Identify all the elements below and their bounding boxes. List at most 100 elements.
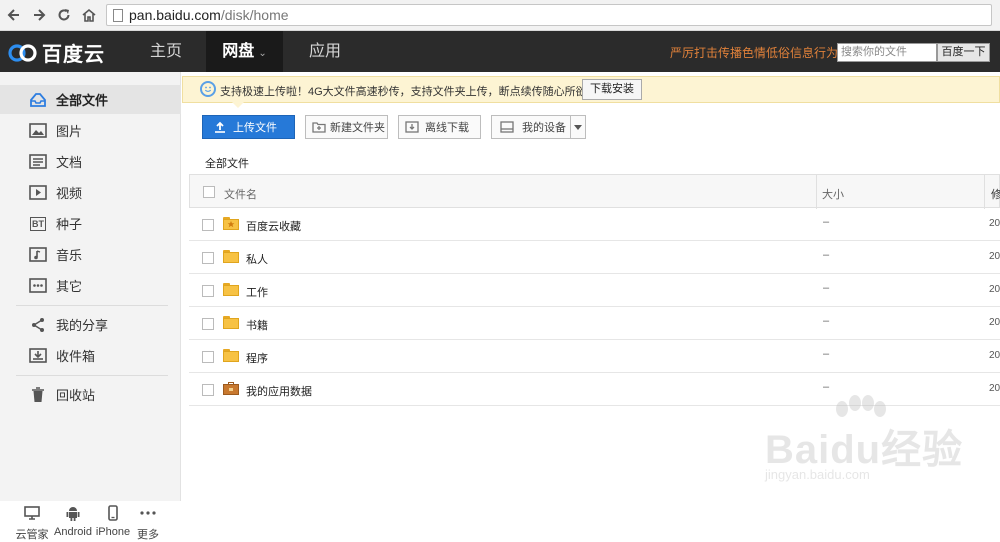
watermark-url: jingyan.baidu.com bbox=[765, 467, 870, 482]
url-text: pan.baidu.com/disk/home bbox=[129, 7, 289, 23]
sidebar-item-torrents[interactable]: BT 种子 bbox=[0, 209, 181, 238]
table-row[interactable]: 工作 – 20 bbox=[189, 274, 1000, 307]
forward-icon[interactable] bbox=[29, 5, 49, 25]
file-date: 20 bbox=[989, 251, 1000, 262]
my-devices-button[interactable]: 我的设备 bbox=[491, 115, 571, 139]
table-row[interactable]: 私人 – 20 bbox=[189, 241, 1000, 274]
breadcrumb[interactable]: 全部文件 bbox=[205, 155, 249, 171]
table-row[interactable]: 程序 – 20 bbox=[189, 340, 1000, 373]
sidebar-item-label: 全部文件 bbox=[56, 93, 109, 108]
sidebar-item-recycle-bin[interactable]: 回收站 bbox=[0, 380, 181, 409]
logo[interactable]: 百度云 bbox=[8, 39, 105, 66]
file-name[interactable]: 私人 bbox=[246, 251, 268, 267]
file-name[interactable]: 我的应用数据 bbox=[246, 383, 312, 399]
folder-icon bbox=[223, 316, 239, 329]
sidebar-item-label: 图片 bbox=[56, 124, 83, 139]
device-label: iPhone bbox=[95, 526, 131, 538]
address-bar[interactable]: pan.baidu.com/disk/home bbox=[106, 4, 992, 26]
device-cloud-manager[interactable]: 云管家 bbox=[10, 504, 54, 542]
offline-download-button[interactable]: 离线下载 bbox=[398, 115, 481, 139]
back-icon[interactable] bbox=[4, 5, 24, 25]
table-row[interactable]: 书籍 – 20 bbox=[189, 307, 1000, 340]
all-files-icon bbox=[29, 92, 47, 108]
tip-bar: 支持极速上传啦！4G大文件高速秒传，支持文件夹上传，断点续传随心所欲！ 下载安装 bbox=[182, 76, 1000, 108]
file-name[interactable]: 百度云收藏 bbox=[246, 218, 301, 234]
sidebar-item-label: 种子 bbox=[56, 217, 83, 232]
file-size: – bbox=[823, 348, 830, 360]
search-button[interactable]: 百度一下 bbox=[937, 43, 990, 62]
file-size: – bbox=[823, 216, 830, 228]
music-icon bbox=[29, 247, 47, 263]
column-divider[interactable] bbox=[816, 175, 817, 209]
sidebar-item-images[interactable]: 图片 bbox=[0, 116, 181, 145]
ellipsis-icon bbox=[126, 504, 170, 522]
column-header-modified[interactable]: 修 bbox=[991, 186, 1000, 202]
row-checkbox[interactable] bbox=[202, 252, 214, 264]
sidebar-item-inbox[interactable]: 收件箱 bbox=[0, 341, 181, 370]
row-checkbox[interactable] bbox=[202, 318, 214, 330]
select-all-checkbox[interactable] bbox=[203, 186, 215, 198]
home-icon[interactable] bbox=[79, 5, 99, 25]
my-devices-dropdown[interactable] bbox=[570, 115, 586, 139]
tab-netdisk[interactable]: 网盘 ⌄ bbox=[206, 31, 283, 72]
row-checkbox[interactable] bbox=[202, 285, 214, 297]
notice-link[interactable]: 严厉打击传播色情低俗信息行为 bbox=[670, 44, 838, 61]
favorites-folder-icon bbox=[223, 217, 239, 230]
sidebar-item-label: 回收站 bbox=[56, 388, 96, 403]
column-header-name[interactable]: 文件名 bbox=[224, 186, 257, 202]
column-header-size[interactable]: 大小 bbox=[822, 186, 844, 202]
watermark: Baidu经验 jingyan.baidu.com bbox=[760, 395, 990, 490]
sidebar-item-label: 文档 bbox=[56, 155, 83, 170]
new-folder-icon bbox=[312, 121, 326, 133]
download-install-button[interactable]: 下载安装 bbox=[582, 79, 642, 100]
sidebar-item-videos[interactable]: 视频 bbox=[0, 178, 181, 207]
column-divider[interactable] bbox=[984, 175, 985, 209]
file-name[interactable]: 工作 bbox=[246, 284, 268, 300]
file-name[interactable]: 书籍 bbox=[246, 317, 268, 333]
url-path: /disk/home bbox=[220, 7, 289, 23]
tab-apps[interactable]: 应用 bbox=[288, 31, 362, 72]
folder-icon bbox=[223, 250, 239, 263]
sidebar-item-my-shares[interactable]: 我的分享 bbox=[0, 310, 181, 339]
video-icon bbox=[29, 185, 47, 201]
page-icon bbox=[113, 9, 123, 22]
monitor-icon bbox=[10, 504, 54, 522]
sidebar: 全部文件 图片 文档 视频 BT 种子 音乐 其它 我的分享 收件箱 回收站 云… bbox=[0, 72, 181, 541]
row-checkbox[interactable] bbox=[202, 351, 214, 363]
table-header: 文件名 大小 修 bbox=[189, 174, 1000, 209]
file-date: 20 bbox=[989, 317, 1000, 328]
file-date: 20 bbox=[989, 284, 1000, 295]
sidebar-item-all-files[interactable]: 全部文件 bbox=[0, 85, 181, 114]
file-name[interactable]: 程序 bbox=[246, 350, 268, 366]
tab-netdisk-label: 网盘 bbox=[222, 43, 255, 60]
sidebar-item-documents[interactable]: 文档 bbox=[0, 147, 181, 176]
row-checkbox[interactable] bbox=[202, 384, 214, 396]
device-android[interactable]: Android bbox=[51, 504, 95, 538]
table-row[interactable]: 百度云收藏 – 20 bbox=[189, 208, 1000, 241]
file-date: 20 bbox=[989, 218, 1000, 229]
file-size: – bbox=[823, 282, 830, 294]
search-input[interactable]: 搜索你的文件 bbox=[837, 43, 937, 62]
device-more[interactable]: 更多 bbox=[126, 504, 170, 542]
reload-icon[interactable] bbox=[54, 5, 74, 25]
upload-file-button[interactable]: 上传文件 bbox=[202, 115, 295, 139]
inbox-icon bbox=[29, 348, 47, 364]
tip-text: 支持极速上传啦！4G大文件高速秒传，支持文件夹上传，断点续传随心所欲！ bbox=[220, 86, 598, 98]
file-size: – bbox=[823, 315, 830, 327]
share-icon bbox=[29, 317, 47, 333]
row-checkbox[interactable] bbox=[202, 219, 214, 231]
logo-text: 百度云 bbox=[42, 43, 105, 66]
sidebar-item-others[interactable]: 其它 bbox=[0, 271, 181, 300]
trash-icon bbox=[29, 386, 47, 403]
new-folder-button[interactable]: 新建文件夹 bbox=[305, 115, 388, 139]
file-size: – bbox=[823, 381, 830, 393]
sidebar-item-music[interactable]: 音乐 bbox=[0, 240, 181, 269]
smile-icon bbox=[200, 81, 216, 97]
sidebar-item-label: 其它 bbox=[56, 279, 83, 294]
tab-home[interactable]: 主页 bbox=[130, 31, 202, 72]
android-icon bbox=[51, 504, 95, 522]
top-navigation: 百度云 主页 网盘 ⌄ 应用 严厉打击传播色情低俗信息行为 搜索你的文件 百度一下 bbox=[0, 31, 1000, 72]
image-icon bbox=[29, 123, 47, 139]
file-date: 20 bbox=[989, 383, 1000, 394]
caret-down-icon bbox=[574, 121, 582, 133]
